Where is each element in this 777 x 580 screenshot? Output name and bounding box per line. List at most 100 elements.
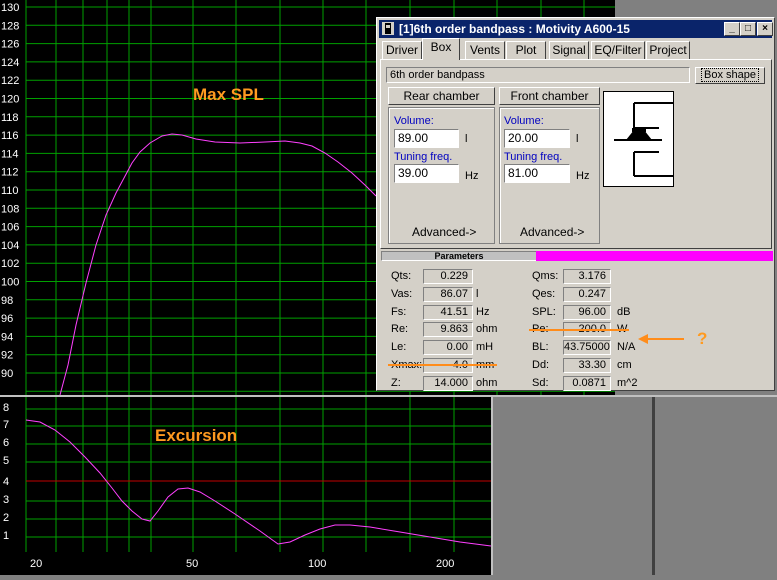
rear-volume-unit: l [465,133,468,145]
spl-y-tick: 100 [1,277,19,289]
param-value[interactable]: 0.247 [563,286,611,302]
bandpass-box-icon [614,102,673,177]
param-label: Re: [391,323,409,336]
param-value[interactable]: 33.30 [563,358,611,373]
exc-y-tick: 2 [3,512,9,524]
front-advanced-link[interactable]: Advanced-> [520,225,584,239]
front-tuning-input[interactable]: 81.00 [504,164,570,183]
panel-separator [652,397,655,575]
param-unit: mH [476,341,494,354]
param-value[interactable]: 41.51 [423,304,473,320]
param-label: BL: [532,341,549,354]
exc-y-tick: 4 [3,476,9,488]
box-properties-dialog: [1]6th order bandpass : Motivity A600-15… [376,17,775,391]
param-label: Vas: [391,287,413,300]
param-unit: ohm [476,323,498,336]
param-label: Fs: [391,305,407,318]
param-value[interactable]: 0.229 [423,269,473,284]
box-shape-button[interactable]: Box shape [695,67,765,84]
excursion-label: Excursion [155,426,237,445]
plot-divider-vertical [491,397,493,575]
box-name-field[interactable]: 6th order bandpass [386,67,690,83]
spl-y-tick: 126 [1,39,19,51]
spl-y-tick: 128 [1,20,19,32]
excursion-curve [25,419,492,547]
question-arrow [638,334,684,344]
spl-y-tick: 122 [1,75,19,87]
rear-chamber-button[interactable]: Rear chamber [388,87,495,105]
rear-volume-input[interactable]: 89.00 [394,129,459,148]
param-value[interactable]: 43.75000 [563,340,611,356]
param-unit: dB [617,305,631,318]
front-tuning-label: Tuning freq. [504,151,563,163]
param-label: Dd: [532,359,550,371]
front-chamber-button[interactable]: Front chamber [499,87,600,105]
tab-box[interactable]: Box [422,38,460,60]
tab-eq-filter[interactable]: EQ/Filter [591,41,645,59]
spl-y-tick: 94 [1,331,13,343]
spl-y-tick: 110 [1,185,19,197]
max-spl-label: Max SPL [193,85,264,104]
param-label: Qms: [532,270,559,282]
exc-x-tick: 50 [186,558,198,570]
progress-bar [536,251,773,261]
rear-chamber-group: Volume: 89.00 l Tuning freq. 39.00 Hz Ad… [388,107,495,244]
param-unit: l [476,287,479,300]
param-unit: ohm [476,376,498,389]
spl-y-tick: 118 [1,112,19,124]
param-unit: cm [617,359,632,371]
spl-y-tick: 112 [1,167,19,179]
question-mark: ? [697,329,708,348]
param-label: Qts: [391,270,412,282]
front-volume-input[interactable]: 20.00 [504,129,570,148]
exc-x-tick: 200 [436,558,454,570]
param-value[interactable]: 96.00 [563,304,611,320]
param-value[interactable]: 9.863 [423,322,473,338]
box-diagram [603,91,674,187]
excursion-plot: 8 7 6 5 4 3 2 1 20 50 100 200 Excursion [0,397,492,575]
rear-tuning-label: Tuning freq. [394,151,453,163]
tab-vents[interactable]: Vents [465,41,505,59]
exc-x-tick: 100 [308,558,326,570]
dialog-title: [1]6th order bandpass : Motivity A600-15 [399,22,630,36]
param-value[interactable]: 86.07 [423,286,473,302]
param-value[interactable]: 0.0871 [563,375,611,391]
front-chamber-group: Volume: 20.00 l Tuning freq. 81.00 Hz Ad… [499,107,600,244]
param-unit: N/A [617,341,636,354]
param-value[interactable]: 0.00 [423,340,473,356]
tab-plot[interactable]: Plot [506,41,546,59]
front-volume-unit: l [576,133,579,145]
pe-highlight [529,329,629,331]
spl-y-tick: 106 [1,222,19,234]
tab-driver[interactable]: Driver [382,41,422,59]
tab-signal[interactable]: Signal [549,41,589,59]
window-icon [382,22,394,35]
rear-tuning-input[interactable]: 39.00 [394,164,459,183]
rear-tuning-unit: Hz [465,170,479,182]
tab-project[interactable]: Project [646,41,690,59]
dialog-titlebar[interactable]: [1]6th order bandpass : Motivity A600-15… [379,20,773,38]
close-button[interactable]: × [757,22,773,36]
param-value[interactable]: 3.176 [563,269,611,284]
param-label: Z: [391,376,401,389]
exc-y-tick: 7 [3,419,9,431]
spl-y-tick: 96 [1,313,13,325]
spl-y-tick: 90 [1,368,13,380]
exc-y-tick: 5 [3,455,9,467]
param-label: Le: [391,341,407,354]
rear-advanced-link[interactable]: Advanced-> [412,225,476,239]
maximize-button[interactable]: □ [740,22,756,36]
spl-y-tick: 116 [1,130,19,142]
param-value[interactable]: 14.000 [423,375,473,391]
spl-y-tick: 124 [1,57,19,69]
spl-y-tick: 130 [1,2,19,14]
spl-y-tick: 104 [1,240,19,252]
minimize-button[interactable]: _ [724,22,740,36]
param-unit: m^2 [617,376,638,389]
spl-y-tick: 108 [1,203,19,215]
exc-x-tick: 20 [30,558,42,570]
spl-y-tick: 92 [1,350,13,362]
exc-y-tick: 3 [3,494,9,506]
xmax-highlight [388,364,497,366]
exc-y-tick: 6 [3,437,9,449]
